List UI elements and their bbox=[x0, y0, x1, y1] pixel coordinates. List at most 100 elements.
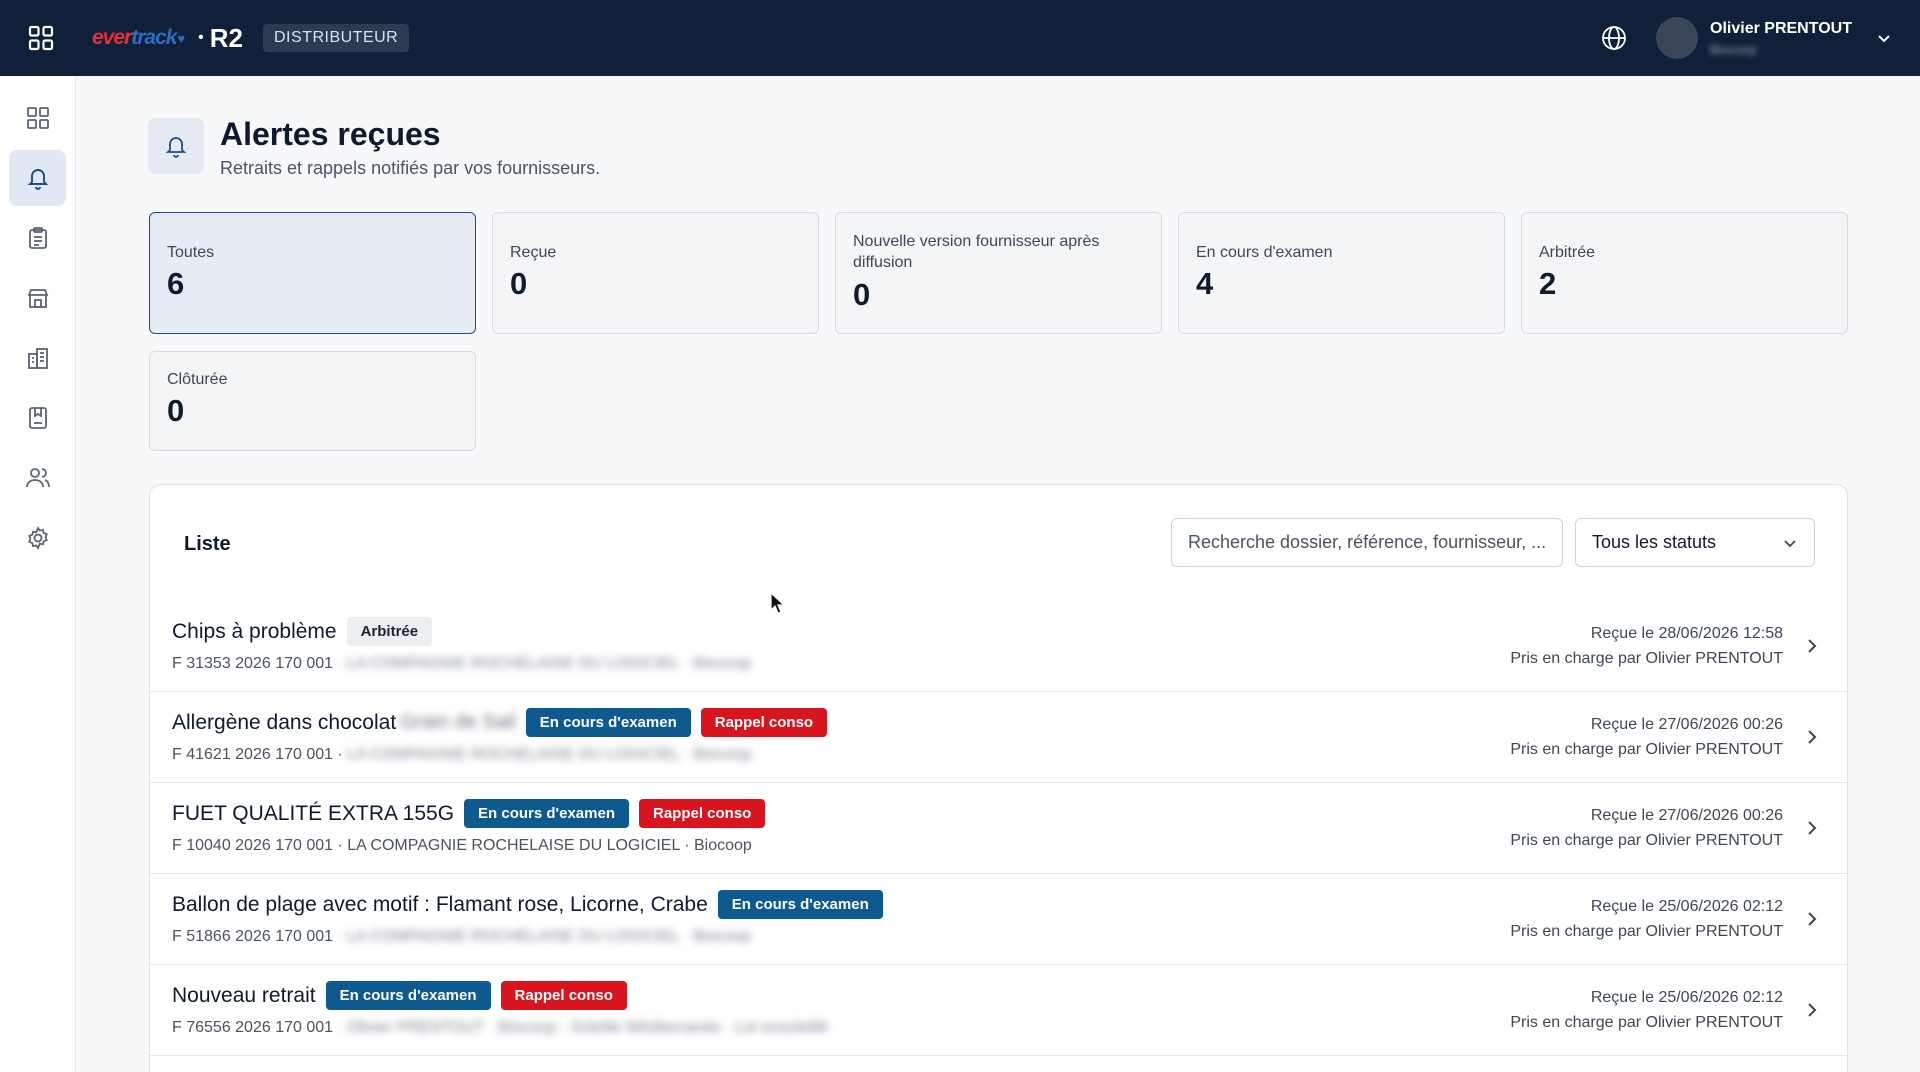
row-open-button[interactable] bbox=[1801, 635, 1823, 657]
clipboard-icon bbox=[28, 227, 47, 249]
evertrack-logo[interactable]: ever track ♥ bbox=[92, 26, 185, 50]
alert-reference: F 76556 2026 170 001 bbox=[172, 1019, 334, 1036]
alert-title: FUET QUALITÉ EXTRA 155G bbox=[172, 801, 455, 825]
alert-details: · Olivier PRENTOUT · Biocoop · Soleille … bbox=[337, 1019, 829, 1036]
sidebar-item-users[interactable] bbox=[9, 450, 66, 506]
alerts-list-panel: Liste Tous les statuts Chips à problème … bbox=[149, 484, 1848, 1072]
sidebar bbox=[0, 76, 76, 1072]
search-input[interactable] bbox=[1171, 518, 1563, 567]
alert-row[interactable]: Chips à problème Arbitrée F 31353 2026 1… bbox=[150, 601, 1847, 692]
sidebar-item-clipboard[interactable] bbox=[9, 210, 66, 266]
stat-value: 2 bbox=[1539, 266, 1557, 301]
building-icon bbox=[27, 348, 48, 369]
stat-card-toutes[interactable]: Toutes 6 bbox=[149, 212, 476, 334]
stat-label: Arbitrée bbox=[1539, 244, 1596, 261]
alert-details: · LA COMPAGNIE ROCHELAISE DU LOGICIEL · … bbox=[337, 655, 752, 672]
status-badge: En cours d'examen bbox=[525, 708, 691, 737]
row-open-button[interactable] bbox=[1801, 817, 1823, 839]
stat-card-nouvelle-version[interactable]: Nouvelle version fournisseur après diffu… bbox=[835, 212, 1162, 334]
row-open-button[interactable] bbox=[1801, 908, 1823, 930]
stat-value: 0 bbox=[853, 277, 871, 312]
type-badge: Rappel conso bbox=[639, 799, 766, 828]
alerts-list: Chips à problème Arbitrée F 31353 2026 1… bbox=[150, 601, 1847, 1056]
alert-details: · LA COMPAGNIE ROCHELAISE DU LOGICIEL · … bbox=[337, 928, 752, 945]
stat-label: Clôturée bbox=[167, 371, 228, 388]
list-title: Liste bbox=[184, 533, 231, 555]
alert-title-blurred: Grain de Sail bbox=[400, 711, 516, 733]
alert-assignee: Pris en charge par Olivier PRENTOUT bbox=[1510, 832, 1783, 849]
users-icon bbox=[25, 468, 50, 488]
alert-row[interactable]: Ballon de plage avec motif : Flamant ros… bbox=[150, 874, 1847, 965]
stat-label: Nouvelle version fournisseur après diffu… bbox=[853, 233, 1100, 271]
page-subtitle: Retraits et rappels notifiés par vos fou… bbox=[220, 158, 601, 178]
alert-received-date: Reçue le 28/06/2026 12:58 bbox=[1590, 625, 1783, 642]
sidebar-item-store[interactable] bbox=[9, 270, 66, 326]
alert-meta: F 76556 2026 170 001 · Olivier PRENTOUT … bbox=[172, 1019, 828, 1037]
stat-value: 0 bbox=[167, 393, 185, 428]
grid-icon bbox=[28, 25, 54, 51]
role-badge: DISTRIBUTEUR bbox=[263, 24, 410, 52]
user-menu[interactable]: Olivier PRENTOUT Biocoop bbox=[1710, 20, 1852, 57]
heart-icon: ♥ bbox=[177, 30, 185, 46]
stat-card-cloturee[interactable]: Clôturée 0 bbox=[149, 351, 476, 451]
alert-title: Chips à problème bbox=[172, 619, 337, 643]
avatar[interactable] bbox=[1656, 17, 1699, 59]
sidebar-item-book[interactable] bbox=[9, 390, 66, 446]
alert-row[interactable]: Allergène dans chocolat Grain de Sail En… bbox=[150, 692, 1847, 783]
stat-label: Toutes bbox=[167, 244, 215, 261]
type-badge: Rappel conso bbox=[500, 981, 627, 1010]
stat-card-recue[interactable]: Reçue 0 bbox=[492, 212, 819, 334]
stat-label: En cours d'examen bbox=[1196, 244, 1333, 261]
status-badge: Arbitrée bbox=[346, 617, 433, 646]
book-icon bbox=[28, 407, 47, 429]
alert-meta: F 51866 2026 170 001 · LA COMPAGNIE ROCH… bbox=[172, 928, 751, 946]
alert-received-date: Reçue le 25/06/2026 02:12 bbox=[1590, 989, 1783, 1006]
stat-value: 4 bbox=[1196, 266, 1214, 301]
dashboard-icon bbox=[26, 107, 49, 129]
chevron-right-icon bbox=[1808, 1003, 1817, 1017]
sidebar-item-settings[interactable] bbox=[9, 510, 66, 566]
stat-value: 0 bbox=[510, 266, 528, 301]
alert-reference: F 51866 2026 170 001 bbox=[172, 928, 334, 945]
chevron-right-icon bbox=[1808, 912, 1817, 926]
alert-assignee: Pris en charge par Olivier PRENTOUT bbox=[1510, 650, 1783, 667]
chevron-down-icon bbox=[1878, 35, 1890, 43]
chevron-right-icon bbox=[1808, 730, 1817, 744]
alert-received-date: Reçue le 27/06/2026 00:26 bbox=[1590, 716, 1783, 733]
alert-meta: F 41621 2026 170 001 · LA COMPAGNIE ROCH… bbox=[172, 746, 751, 764]
stat-card-arbitree[interactable]: Arbitrée 2 bbox=[1521, 212, 1848, 334]
status-filter-value: Tous les statuts bbox=[1592, 532, 1717, 552]
sidebar-item-dashboard[interactable] bbox=[9, 90, 66, 146]
sidebar-item-alerts[interactable] bbox=[9, 150, 66, 206]
chevron-down-icon bbox=[1784, 539, 1796, 547]
store-icon bbox=[27, 289, 48, 308]
alert-reference: F 10040 2026 170 001 · LA COMPAGNIE ROCH… bbox=[172, 837, 752, 854]
user-organization: Biocoop bbox=[1710, 41, 1758, 57]
top-bar: ever track ♥ • R2 DISTRIBUTEUR Olivier PRE… bbox=[0, 0, 1920, 76]
status-filter-select[interactable]: Tous les statuts bbox=[1575, 518, 1815, 567]
alert-row[interactable]: FUET QUALITÉ EXTRA 155G En cours d'exame… bbox=[150, 783, 1847, 874]
alert-reference: F 31353 2026 170 001 bbox=[172, 655, 334, 672]
sidebar-item-building[interactable] bbox=[9, 330, 66, 386]
alert-details: LA COMPAGNIE ROCHELAISE DU LOGICIEL · Bi… bbox=[346, 746, 752, 763]
row-open-button[interactable] bbox=[1801, 726, 1823, 748]
alert-received-date: Reçue le 27/06/2026 00:26 bbox=[1590, 807, 1783, 824]
logo-separator: • bbox=[198, 29, 204, 46]
type-badge: Rappel conso bbox=[700, 708, 828, 737]
alert-assignee: Pris en charge par Olivier PRENTOUT bbox=[1510, 741, 1783, 758]
alert-assignee: Pris en charge par Olivier PRENTOUT bbox=[1510, 1014, 1783, 1031]
alert-reference: F 41621 2026 170 001 · bbox=[172, 746, 343, 763]
alert-assignee: Pris en charge par Olivier PRENTOUT bbox=[1510, 923, 1783, 940]
mouse-cursor-icon bbox=[770, 592, 786, 614]
row-open-button[interactable] bbox=[1801, 999, 1823, 1021]
alert-received-date: Reçue le 25/06/2026 02:12 bbox=[1590, 898, 1783, 915]
stat-card-en-cours[interactable]: En cours d'examen 4 bbox=[1178, 212, 1505, 334]
apps-grid-button[interactable] bbox=[0, 0, 82, 76]
stat-value: 6 bbox=[167, 266, 185, 301]
user-menu-toggle[interactable] bbox=[1864, 18, 1904, 58]
chevron-right-icon bbox=[1808, 639, 1817, 653]
topbar-right: Olivier PRENTOUT Biocoop bbox=[1594, 0, 1920, 76]
gear-icon bbox=[27, 526, 48, 550]
language-button[interactable] bbox=[1594, 18, 1634, 58]
alert-row[interactable]: Nouveau retrait En cours d'examen Rappel… bbox=[150, 965, 1847, 1056]
